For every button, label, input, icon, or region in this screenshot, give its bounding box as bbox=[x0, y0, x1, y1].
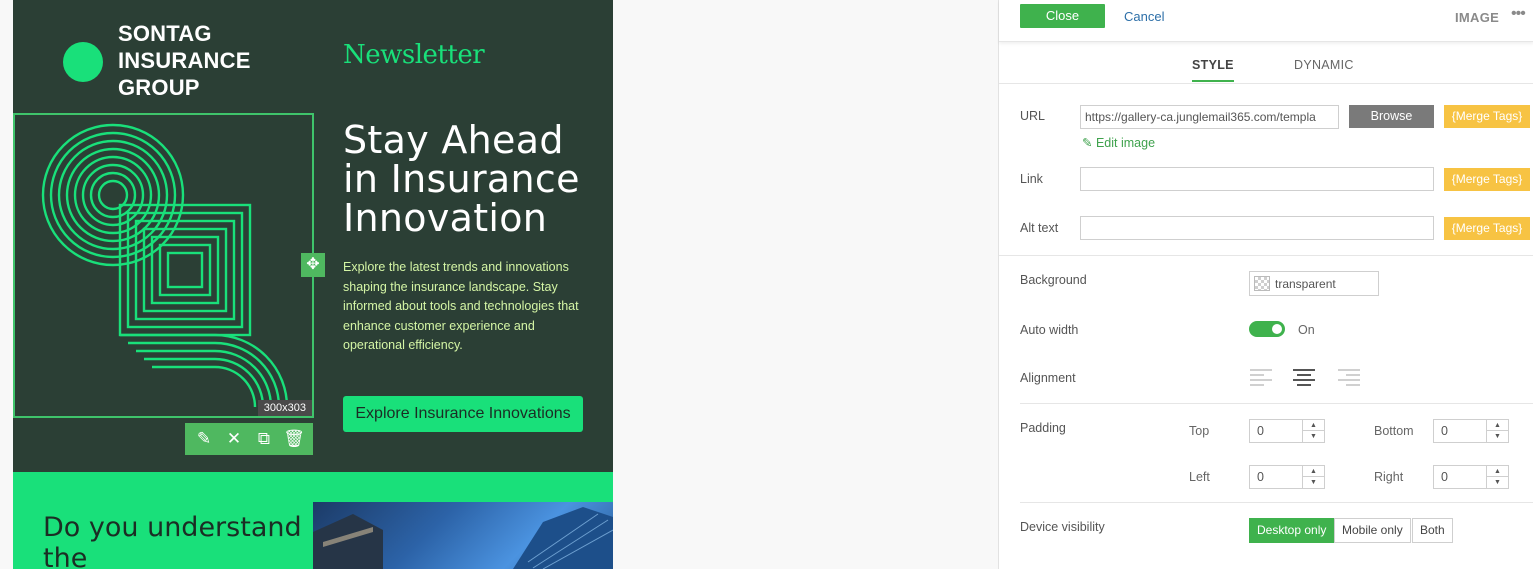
device-visibility-label: Device visibility bbox=[1020, 520, 1105, 534]
link-input[interactable] bbox=[1080, 167, 1434, 191]
align-center-icon[interactable] bbox=[1293, 369, 1315, 387]
panel-title: IMAGE bbox=[1455, 10, 1500, 25]
background-value: transparent bbox=[1275, 277, 1336, 291]
divider bbox=[1020, 403, 1533, 404]
stepper-arrows[interactable]: ▲ ▼ bbox=[1302, 466, 1324, 488]
stepper-arrows[interactable]: ▲ ▼ bbox=[1486, 466, 1508, 488]
edit-image-link[interactable]: ✎ Edit image bbox=[1082, 135, 1155, 150]
brand-name[interactable]: SONTAG INSURANCE GROUP bbox=[118, 20, 251, 101]
panel-tabs: STYLE DYNAMIC bbox=[999, 50, 1533, 84]
url-label: URL bbox=[1020, 109, 1046, 123]
image-size-badge: 300x303 bbox=[257, 400, 312, 416]
cancel-link[interactable]: Cancel bbox=[1124, 9, 1164, 24]
properties-panel: Close Cancel IMAGE ••• STYLE DYNAMIC URL… bbox=[998, 0, 1533, 569]
cta-button[interactable]: Explore Insurance Innovations bbox=[343, 396, 583, 432]
url-input[interactable]: https://gallery-ca.junglemail365.com/tem… bbox=[1080, 105, 1339, 129]
close-icon[interactable]: ✕ bbox=[222, 429, 246, 449]
brand-line: GROUP bbox=[118, 75, 200, 100]
divider bbox=[1020, 502, 1533, 503]
padding-bottom-stepper[interactable]: 0 ▲ ▼ bbox=[1433, 419, 1509, 443]
padding-label: Padding bbox=[1020, 421, 1066, 435]
move-icon[interactable]: ✥ bbox=[301, 253, 325, 277]
tab-style[interactable]: STYLE bbox=[1192, 58, 1234, 82]
padding-right-stepper[interactable]: 0 ▲ ▼ bbox=[1433, 465, 1509, 489]
email-canvas: SONTAG INSURANCE GROUP Newsletter 300x30… bbox=[13, 0, 613, 569]
maze-graphic bbox=[41, 123, 289, 408]
logo-mark bbox=[63, 42, 103, 82]
close-button[interactable]: Close bbox=[1020, 4, 1105, 28]
stepper-arrows[interactable]: ▲ ▼ bbox=[1302, 420, 1324, 442]
alignment-label: Alignment bbox=[1020, 371, 1076, 385]
hero-body[interactable]: Explore the latest trends and innovation… bbox=[343, 258, 588, 356]
device-both-option[interactable]: Both bbox=[1412, 518, 1453, 543]
padding-bottom-label: Bottom bbox=[1374, 424, 1414, 438]
more-icon[interactable]: ••• bbox=[1511, 5, 1526, 23]
device-mobile-only-option[interactable]: Mobile only bbox=[1334, 518, 1411, 543]
auto-width-toggle[interactable] bbox=[1249, 321, 1285, 337]
padding-top-stepper[interactable]: 0 ▲ ▼ bbox=[1249, 419, 1325, 443]
alt-text-input[interactable] bbox=[1080, 216, 1434, 240]
background-color-picker[interactable]: transparent bbox=[1249, 271, 1379, 296]
brand-line: SONTAG bbox=[118, 21, 212, 46]
section-heading[interactable]: Do you understand the bbox=[43, 512, 303, 569]
browse-button[interactable]: Browse bbox=[1349, 105, 1434, 128]
building-graphic bbox=[313, 507, 613, 569]
align-right-icon[interactable] bbox=[1338, 369, 1360, 387]
device-desktop-only-option[interactable]: Desktop only bbox=[1249, 518, 1335, 543]
hero-headline[interactable]: Stay Ahead in Insurance Innovation bbox=[343, 121, 603, 238]
editor-root: SONTAG INSURANCE GROUP Newsletter 300x30… bbox=[0, 0, 1533, 569]
url-merge-tags-button[interactable]: {Merge Tags} bbox=[1444, 105, 1530, 128]
tab-dynamic[interactable]: DYNAMIC bbox=[1294, 58, 1354, 72]
newsletter-label[interactable]: Newsletter bbox=[343, 40, 485, 70]
auto-width-label: Auto width bbox=[1020, 323, 1079, 337]
padding-left-label: Left bbox=[1189, 470, 1210, 484]
link-merge-tags-button[interactable]: {Merge Tags} bbox=[1444, 168, 1530, 191]
image-block-toolbar: ✎ ✕ ⧉ 🗑 bbox=[185, 423, 313, 455]
alt-merge-tags-button[interactable]: {Merge Tags} bbox=[1444, 217, 1530, 240]
background-label: Background bbox=[1020, 273, 1087, 287]
trash-icon[interactable]: 🗑 bbox=[282, 429, 306, 449]
padding-right-label: Right bbox=[1374, 470, 1404, 484]
alt-text-label: Alt text bbox=[1020, 221, 1059, 235]
stepper-arrows[interactable]: ▲ ▼ bbox=[1486, 420, 1508, 442]
divider bbox=[999, 255, 1533, 256]
padding-top-label: Top bbox=[1189, 424, 1210, 438]
duplicate-icon[interactable]: ⧉ bbox=[252, 429, 276, 449]
edit-icon[interactable]: ✎ bbox=[192, 429, 216, 449]
edit-icon: ✎ bbox=[1082, 136, 1093, 150]
padding-right-value: 0 bbox=[1441, 470, 1448, 484]
transparent-swatch-icon bbox=[1254, 276, 1270, 291]
align-left-icon[interactable] bbox=[1250, 369, 1272, 387]
padding-left-value: 0 bbox=[1257, 470, 1264, 484]
panel-topbar: Close Cancel IMAGE ••• bbox=[999, 0, 1533, 42]
padding-bottom-value: 0 bbox=[1441, 424, 1448, 438]
brand-line: INSURANCE bbox=[118, 48, 251, 73]
edit-image-label: Edit image bbox=[1095, 136, 1156, 150]
selected-image-block[interactable]: 300x303 bbox=[13, 113, 314, 418]
auto-width-state: On bbox=[1298, 323, 1315, 337]
link-label: Link bbox=[1020, 172, 1043, 186]
building-photo[interactable] bbox=[313, 502, 613, 569]
padding-top-value: 0 bbox=[1257, 424, 1264, 438]
padding-left-stepper[interactable]: 0 ▲ ▼ bbox=[1249, 465, 1325, 489]
